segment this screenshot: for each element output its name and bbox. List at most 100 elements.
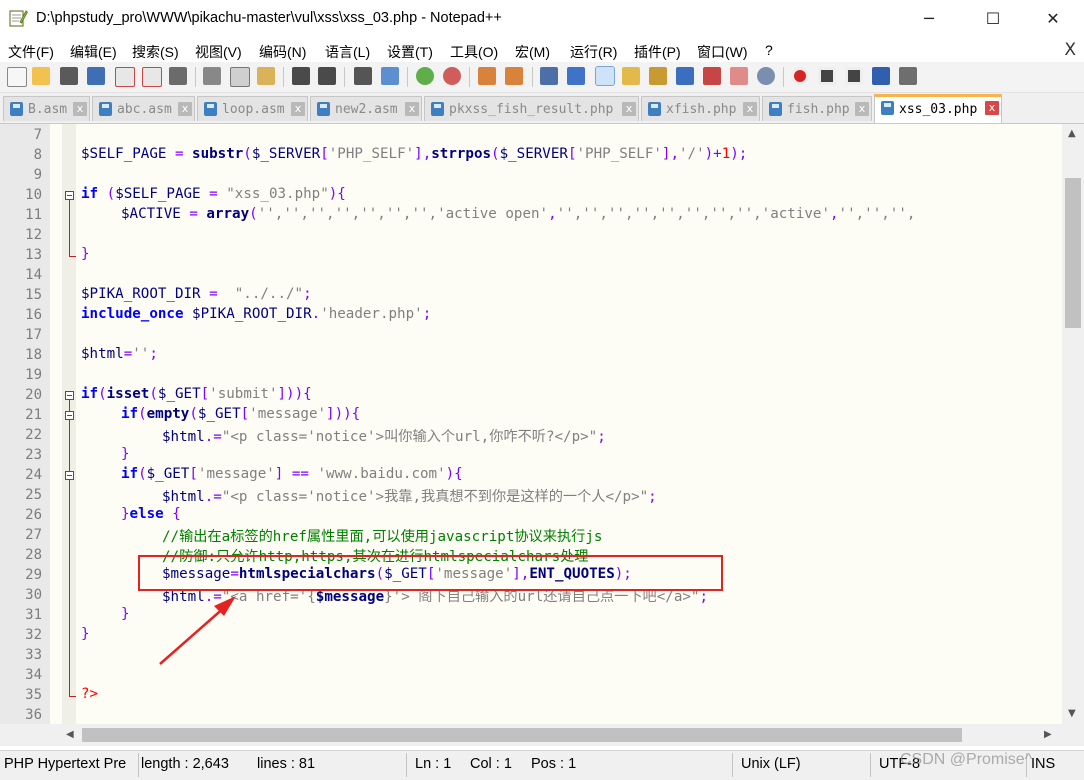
close-tab-icon[interactable]: x [743, 102, 757, 116]
tab-fish-php[interactable]: fish.php x [762, 96, 872, 121]
folder-workspace-icon[interactable] [703, 67, 721, 85]
code-token: ; [648, 489, 657, 505]
indent-guide-icon[interactable] [595, 66, 615, 86]
scroll-down-icon[interactable]: ▼ [1068, 708, 1076, 719]
code-token: .= [204, 429, 222, 445]
fold-toggle-icon[interactable] [65, 471, 74, 480]
code-editor[interactable]: 7 8 9 10 11 12 13 14 15 16 17 18 19 20 2… [0, 124, 1084, 724]
tab-abc-asm[interactable]: abc.asm x [92, 96, 195, 121]
code-token: } [81, 246, 90, 262]
redo-icon[interactable] [318, 67, 336, 85]
cut-icon[interactable] [203, 67, 221, 85]
zoom-out-icon[interactable] [443, 67, 461, 85]
replace-icon[interactable] [381, 67, 399, 85]
close-tab-icon[interactable]: x [73, 102, 87, 116]
menu-settings[interactable]: 设置(T) [387, 42, 433, 62]
scroll-right-icon[interactable]: ▶ [1044, 729, 1052, 740]
menu-plugins[interactable]: 插件(P) [634, 42, 681, 62]
close-all-icon[interactable] [142, 67, 162, 87]
menu-macro[interactable]: 宏(M) [515, 42, 550, 62]
menu-help[interactable]: ? [765, 42, 773, 58]
code-line-18: $html=''; [81, 346, 158, 362]
tab-pkxss-fish-result[interactable]: pkxss_fish_result.php x [424, 96, 639, 121]
zoom-in-icon[interactable] [416, 67, 434, 85]
save-all-icon[interactable] [87, 67, 105, 85]
sync-horizontal-icon[interactable] [505, 67, 523, 85]
record-macro-icon[interactable] [791, 67, 809, 85]
folder-icon[interactable] [730, 67, 748, 85]
tab-new2-asm[interactable]: new2.asm x [310, 96, 422, 121]
tab-b-asm[interactable]: B.asm x [3, 96, 90, 121]
menu-edit[interactable]: 编辑(E) [70, 42, 117, 62]
close-tab-icon[interactable]: x [622, 102, 636, 116]
word-wrap-icon[interactable] [540, 67, 558, 85]
menu-file[interactable]: 文件(F) [8, 42, 54, 62]
code-token: strrpos [431, 146, 492, 162]
menu-view[interactable]: 视图(V) [195, 42, 242, 62]
code-token: [ [240, 406, 250, 422]
scroll-left-icon[interactable]: ◀ [66, 729, 74, 740]
horizontal-scrollbar[interactable]: ◀ ▶ [0, 724, 1084, 746]
status-language: PHP Hypertext Pre [4, 756, 127, 772]
line-number: 7 [33, 127, 42, 143]
undo-icon[interactable] [292, 67, 310, 85]
tab-label: B.asm [28, 102, 68, 117]
close-tab-icon[interactable]: x [405, 102, 419, 116]
paste-icon[interactable] [257, 67, 275, 85]
close-tab-icon[interactable]: x [855, 102, 869, 116]
udl-icon[interactable] [622, 67, 640, 85]
stop-macro-icon[interactable] [818, 67, 836, 85]
function-list-icon[interactable] [676, 67, 694, 85]
line-number: 21 [25, 407, 42, 423]
save-icon[interactable] [60, 67, 78, 85]
menu-encoding[interactable]: 编码(N) [259, 42, 306, 62]
sync-vertical-icon[interactable] [478, 67, 496, 85]
tab-xfish-php[interactable]: xfish.php x [641, 96, 760, 121]
scroll-up-icon[interactable]: ▲ [1068, 128, 1076, 139]
menu-window[interactable]: 窗口(W) [697, 42, 748, 62]
close-tab-icon[interactable]: x [291, 102, 305, 116]
fold-toggle-icon[interactable] [65, 411, 74, 420]
run-macro-multiple-icon[interactable] [872, 67, 890, 85]
close-button[interactable]: ✕ [1030, 4, 1076, 34]
horizontal-scroll-thumb[interactable] [82, 728, 962, 742]
fold-toggle-icon[interactable] [65, 191, 74, 200]
code-token: ])){ [277, 386, 312, 402]
print-icon[interactable] [169, 67, 187, 85]
code-token: ){ [328, 186, 346, 202]
tab-loop-asm[interactable]: loop.asm x [197, 96, 308, 121]
vertical-scroll-thumb[interactable] [1065, 178, 1081, 328]
code-token: '', [889, 206, 916, 222]
open-file-icon[interactable] [32, 67, 50, 85]
new-file-icon[interactable] [7, 67, 27, 87]
code-token: $html [162, 489, 205, 505]
save-macro-icon[interactable] [899, 67, 917, 85]
code-token: '', [838, 206, 865, 222]
tab-xss-03-php[interactable]: xss_03.php x [874, 94, 1002, 123]
menu-tools[interactable]: 工具(O) [450, 42, 498, 62]
code-token: = [180, 206, 207, 222]
minimize-button[interactable]: ─ [906, 4, 952, 34]
copy-icon[interactable] [230, 67, 250, 87]
fold-toggle-icon[interactable] [65, 391, 74, 400]
menu-search[interactable]: 搜索(S) [132, 42, 179, 62]
close-tab-icon[interactable]: x [178, 102, 192, 116]
monitor-icon[interactable] [757, 67, 775, 85]
close-tab-icon[interactable]: x [985, 101, 999, 115]
status-position: Pos : 1 [531, 756, 577, 772]
code-token: { [163, 506, 181, 522]
maximize-button[interactable]: ☐ [970, 4, 1016, 34]
code-token: .= [204, 489, 222, 505]
vertical-scrollbar[interactable]: ▲ ▼ [1062, 124, 1084, 724]
close-document-icon[interactable]: X [1064, 40, 1076, 60]
close-file-icon[interactable] [115, 67, 135, 87]
find-icon[interactable] [354, 67, 372, 85]
show-all-chars-icon[interactable] [567, 67, 585, 85]
menu-run[interactable]: 运行(R) [570, 42, 617, 62]
play-macro-icon[interactable] [845, 67, 863, 85]
menu-language[interactable]: 语言(L) [325, 42, 370, 62]
line-number-gutter: 7 8 9 10 11 12 13 14 15 16 17 18 19 20 2… [0, 124, 50, 724]
doc-map-icon[interactable] [649, 67, 667, 85]
code-line-10: if ($SELF_PAGE = "xss_03.php"){ [81, 186, 346, 202]
